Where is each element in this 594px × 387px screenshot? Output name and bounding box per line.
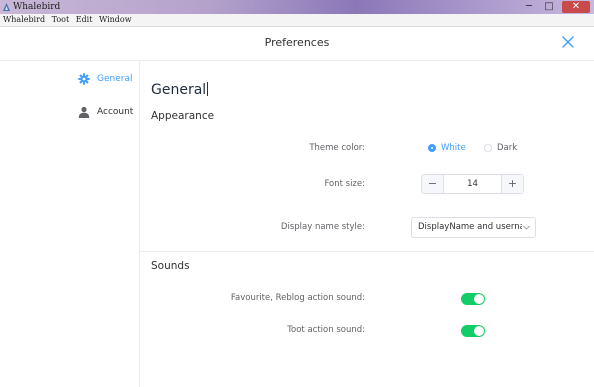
radio-label: Dark (497, 143, 518, 153)
display-name-style-label: Display name style: (280, 222, 365, 232)
section-title-appearance: Appearance (151, 110, 215, 122)
fav-reblog-sound-switch[interactable] (461, 293, 485, 305)
gear-icon (78, 73, 90, 85)
select-value: DisplayName and usernam (418, 222, 522, 232)
menu-bar: Whalebird Toot Edit Window (0, 14, 594, 27)
radio-label: White (441, 143, 466, 153)
dialog-header: Preferences (0, 27, 594, 61)
font-size-decrement-button[interactable]: − (422, 175, 444, 193)
radio-dot (428, 144, 436, 152)
window-maximize-button[interactable]: □ (540, 1, 558, 13)
page-title-text: General (151, 82, 207, 98)
fav-reblog-sound-label: Favourite, Reblog action sound: (230, 293, 365, 303)
font-size-increment-button[interactable]: + (501, 175, 523, 193)
theme-radio-white[interactable]: White (428, 143, 468, 153)
user-icon (78, 106, 90, 118)
sidebar-item-label: Account (97, 107, 134, 117)
section-divider (140, 251, 594, 252)
theme-color-label: Theme color: (309, 143, 365, 153)
theme-radio-dark[interactable]: Dark (484, 143, 520, 153)
text-caret (207, 82, 209, 96)
menu-item-window[interactable]: Window (99, 14, 132, 26)
whalebird-app-icon (3, 3, 10, 11)
window-title: Whalebird (13, 2, 61, 12)
window-close-button[interactable]: ✕ (562, 1, 590, 13)
section-title-sounds: Sounds (151, 260, 190, 272)
switch-knob (474, 294, 484, 304)
switch-knob (474, 326, 484, 336)
radio-dot (484, 144, 492, 152)
font-size-label: Font size: (324, 179, 365, 189)
font-size-input[interactable]: 14 (444, 175, 501, 193)
menu-item-edit[interactable]: Edit (76, 14, 93, 26)
sidebar-item-label: General (97, 74, 133, 84)
window-titlebar: Whalebird ─ □ ✕ (0, 0, 594, 14)
page-title: General (151, 82, 209, 98)
display-name-style-select[interactable]: DisplayName and usernam (411, 217, 536, 238)
preferences-sidebar: General Account (0, 61, 139, 387)
window-minimize-button[interactable]: ─ (520, 1, 538, 13)
sidebar-item-account[interactable]: Account (0, 99, 139, 125)
close-icon[interactable] (559, 33, 577, 51)
menu-item-toot[interactable]: Toot (52, 14, 70, 26)
toot-sound-switch[interactable] (461, 325, 485, 337)
menu-item-whalebird[interactable]: Whalebird (3, 14, 45, 26)
dialog-title: Preferences (264, 36, 330, 49)
font-size-stepper: − 14 + (421, 174, 524, 194)
sidebar-item-general[interactable]: General (0, 66, 139, 92)
toot-sound-label: Toot action sound: (287, 325, 365, 335)
preferences-main: General Appearance Theme color: White Da… (140, 61, 594, 387)
chevron-down-icon (523, 225, 530, 230)
